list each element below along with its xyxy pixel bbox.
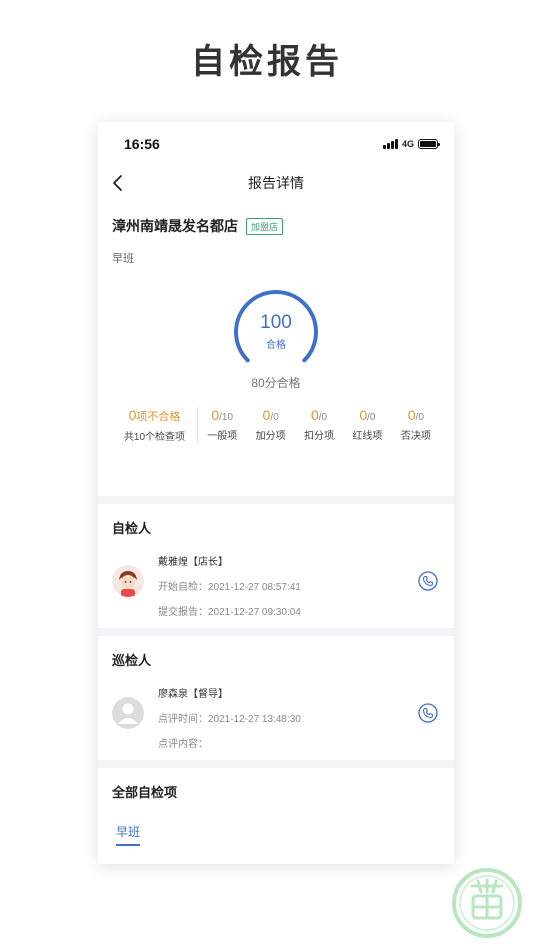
review-content: 点评内容： — [158, 739, 208, 750]
stat-label: 否决项 — [400, 431, 431, 442]
section-title: 全部自检项 — [112, 785, 178, 800]
avatar — [112, 565, 144, 597]
inspector-name: 戴雅煌【店长】 — [158, 557, 228, 568]
shift-label: 早班 — [112, 253, 134, 265]
stat-value: 0 — [310, 407, 319, 423]
score-result: 合格 — [266, 340, 286, 351]
all-items-section: 全部自检项 早班 — [98, 768, 454, 864]
stats-row: 0项不合格 共10个检查项 0/10 一般项 0/0 加分项 0/0 扣分项 0… — [112, 407, 440, 443]
pass-threshold: 80分合格 — [251, 376, 301, 390]
store-name: 漳州南靖晟发名都店 — [112, 218, 238, 234]
section-title: 自检人 — [112, 521, 152, 536]
stat-general: 0/10 一般项 — [198, 407, 246, 443]
self-inspector-section: 自检人 戴雅煌【店长】 开始自检：2021-12-27 08:57:41 提交报… — [98, 504, 454, 628]
section-title: 巡检人 — [112, 653, 152, 668]
stat-deduction: 0/0 扣分项 — [295, 407, 343, 443]
store-summary-card: 漳州南靖晟发名都店 加盟店 早班 100 合格 80分合格 0项不合格 共10个… — [98, 200, 454, 496]
score-gauge: 100 合格 — [230, 286, 322, 372]
patrol-inspector-entry: 廖森泉【督导】 点评时间：2021-12-27 13:48:30 点评内容： — [112, 685, 440, 750]
review-time: 点评时间：2021-12-27 13:48:30 — [158, 714, 301, 725]
stat-veto: 0/0 否决项 — [392, 407, 440, 443]
start-time: 开始自检：2021-12-27 08:57:41 — [158, 582, 301, 593]
patrol-inspector-section: 巡检人 廖森泉【督导】 点评时间：2021-12-27 13:48:30 点评内… — [98, 636, 454, 760]
status-bar: 16:56 4G — [98, 122, 454, 166]
stat-label: 一般项 — [207, 431, 238, 442]
stat-label: 红线项 — [352, 431, 383, 442]
self-inspector-entry: 戴雅煌【店长】 开始自检：2021-12-27 08:57:41 提交报告：20… — [112, 553, 440, 618]
stat-label: 扣分项 — [304, 431, 335, 442]
phone-icon[interactable] — [418, 703, 438, 723]
submit-time: 提交报告：2021-12-27 09:30:04 — [158, 607, 301, 618]
score-value: 100 — [260, 312, 292, 333]
back-arrow-icon[interactable] — [110, 174, 128, 192]
stat-value: 0 — [407, 407, 416, 423]
stat-denominator: /0 — [415, 412, 424, 423]
signal-icon — [382, 139, 398, 149]
status-indicators: 4G — [382, 139, 440, 149]
phone-icon[interactable] — [418, 571, 438, 591]
inspector-name: 廖森泉【督导】 — [158, 689, 228, 700]
stat-bonus: 0/0 加分项 — [246, 407, 294, 443]
page-title: 报告详情 — [248, 175, 304, 191]
stat-redline: 0/0 红线项 — [343, 407, 391, 443]
stat-denominator: /10 — [219, 412, 234, 423]
stat-value: 0 — [359, 407, 368, 423]
navbar: 报告详情 — [98, 166, 454, 200]
stat-value: 0 — [211, 407, 220, 423]
hero-title: 自检报告 — [191, 42, 343, 82]
watermark-logo-icon — [452, 868, 522, 938]
status-time: 16:56 — [124, 136, 160, 152]
stat-unqualified-suffix: 项不合格 — [136, 411, 181, 423]
stat-denominator: /0 — [270, 412, 279, 423]
phone-frame: 16:56 4G 报告详情 漳州南靖晟发名都店 加盟店 早班 100 合格 80… — [98, 122, 454, 864]
stat-denominator: /0 — [318, 412, 328, 423]
network-label: 4G — [401, 139, 414, 149]
tab-morning-shift[interactable]: 早班 — [116, 823, 141, 846]
stat-label: 加分项 — [255, 431, 286, 442]
stat-denominator: /0 — [367, 412, 376, 423]
store-type-badge: 加盟店 — [246, 217, 284, 235]
stat-unqualified-label: 共10个检查项 — [123, 432, 186, 443]
avatar — [112, 697, 144, 729]
battery-icon — [418, 139, 440, 149]
stat-unqualified: 0项不合格 共10个检查项 — [112, 407, 198, 443]
